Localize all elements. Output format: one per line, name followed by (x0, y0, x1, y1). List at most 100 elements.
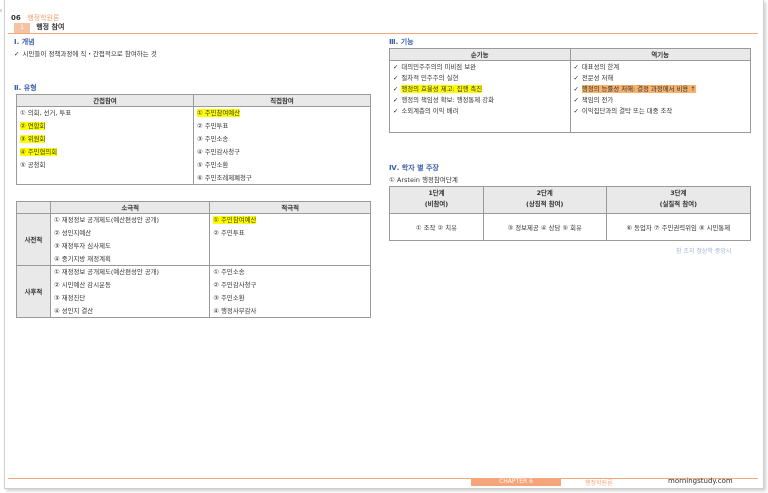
pre-active-item: ② 주민투표 (209, 226, 371, 240)
post-passive-item: ② 시민예산 감시운동 (49, 278, 211, 292)
function-table: 순기능 역기능 ✓ 대의민주주의의 미비점 보완 ✓ 대표성의 한계 ✓ 절차적 민주… (389, 48, 751, 133)
positive-text: 소외계층의 이익 배려 (401, 107, 459, 115)
positive-item (389, 116, 571, 133)
negative-text: 대표성의 한계 (581, 63, 620, 71)
positive-item: ✓ 소외계층의 이익 배려 (389, 105, 571, 116)
indirect-item: ③ 위원회 (16, 132, 194, 146)
pre-active-item: ① 주민참여예산 (209, 213, 371, 227)
check-icon: ✓ (393, 85, 399, 93)
positive-item: ✓ 대의민주주의의 미비점 보완 (389, 60, 571, 72)
direct-item: ④ 주민감사청구 (193, 145, 371, 159)
negative-item: ✓ 행정의 능률성 저해: 결정 과정에서 비용 ↑ (569, 83, 751, 94)
budget-participation-table: 소극적 적극적 사전적 ① 재정정보 공개제도(예산편성안 공개) ① 주민참여… (16, 201, 371, 318)
positive-item: ✓ 행정의 책임성 확보: 행정통제 강화 (389, 94, 571, 105)
pre-passive-item: ③ 재정투자 심사제도 (49, 239, 211, 253)
check-icon: ✓ (393, 107, 399, 115)
chapter-number: 06 (11, 14, 21, 22)
stage-subtitle: (비참여) (424, 200, 449, 208)
heading-functions: Ⅲ. 기능 (389, 38, 414, 46)
indirect-item-highlight: ② 연합회 (20, 121, 46, 130)
section-number: 1 (14, 23, 30, 33)
negative-text: 책임의 전가 (581, 96, 614, 104)
post-active-item: ② 주민감사청구 (209, 278, 371, 292)
participation-type-table: 간접참여 직접참여 ① 의회, 선거, 투표 ① 주민참여예산 ② 연합회 ② … (16, 94, 371, 185)
positive-text: 행정의 책임성 확보: 행정통제 강화 (401, 96, 494, 104)
source-note: 참 조지 정상학 중앙시 (676, 248, 732, 255)
pre-active-highlight: ① 주민참여예산 (213, 216, 257, 224)
col-positive: 순기능 (389, 48, 571, 61)
stage-content: ⑥ 동업자 ⑦ 주민권력위임 ⑧ 시민통제 (605, 213, 752, 241)
check-icon: ✓ (573, 74, 579, 82)
corner-cell (16, 201, 51, 214)
direct-item: ② 주민투표 (193, 119, 371, 133)
direct-item: ③ 주민소송 (193, 132, 371, 146)
post-passive-item: ④ 성인지 결산 (49, 304, 211, 318)
check-icon: ✓ (573, 96, 579, 104)
stage-title: 2단계 (536, 189, 553, 197)
col-indirect: 간접참여 (16, 94, 194, 107)
indirect-item: ② 연합회 (16, 119, 194, 133)
row-pre: 사전적 (16, 213, 51, 266)
stage-subtitle: (실질적 참여) (659, 200, 698, 208)
arstein-ladder-table: 1단계 (비참여) 2단계 (상징적 참여) 3단계 (실질적 참여) ① 조작 ② … (389, 186, 752, 241)
direct-item: ① 주민참여예산 (193, 106, 371, 120)
chapter-category: 행정학원론 (27, 14, 60, 22)
pre-passive-item: ① 재정정보 공개제도(예산편성안 공개) (49, 213, 211, 227)
stage-content: ③ 정보제공 ④ 상담 ⑤ 회유 (482, 213, 607, 241)
check-icon: ✓ (14, 50, 20, 58)
indirect-item-highlight: ③ 위원회 (20, 134, 46, 143)
negative-item: ✓ 책임의 전가 (569, 94, 751, 105)
concept-text: ✓ 시민들이 정책과정에 직・간접적으로 참여하는 것 (14, 48, 157, 58)
heading-concept: Ⅰ. 개념 (14, 38, 35, 46)
section-header: 1 행정 참여 (8, 22, 758, 34)
direct-item: ⑤ 주민소환 (193, 158, 371, 172)
post-active-item: ③ 주민소환 (209, 291, 371, 305)
footer-site: morningstudy.com (668, 477, 733, 485)
stage-header: 2단계 (상징적 참여) (482, 186, 607, 214)
negative-item: ✓ 이익집단과의 결탁 또는 대중 조작 (569, 105, 751, 116)
indirect-item: ④ 주민협의회 (16, 145, 194, 159)
concept-definition: 시민들이 정책과정에 직・간접적으로 참여하는 것 (22, 50, 157, 58)
negative-text: 이익집단과의 결탁 또는 대중 조작 (581, 107, 673, 115)
footer-chapter: CHAPTER 6 (471, 478, 561, 486)
post-passive-item: ① 재정정보 공개제도(예산편성안 공개) (49, 265, 211, 279)
negative-item: ✓ 대표성의 한계 (569, 60, 751, 72)
stage-subtitle: (상징적 참여) (525, 200, 564, 208)
pre-active-item (209, 252, 371, 266)
indirect-item (16, 171, 194, 185)
arstein-subtitle: ① Arstein 행정참여단계 (389, 176, 458, 184)
pre-active-item (209, 239, 371, 253)
positive-item: ✓ 행정의 효율성 제고: 집행 촉진 (389, 83, 571, 94)
check-icon: ✓ (393, 96, 399, 104)
col-negative: 역기능 (569, 48, 751, 61)
post-active-item: ④ 행정사무감사 (209, 304, 371, 318)
col-direct: 직접참여 (193, 94, 371, 107)
check-icon: ✓ (393, 74, 399, 82)
negative-item (569, 116, 751, 133)
negative-text-highlight: 행정의 능률성 저해: 결정 과정에서 비용 ↑ (581, 85, 696, 93)
positive-item: ✓ 절차적 민주주의 실현 (389, 72, 571, 83)
post-passive-item: ③ 재정진단 (49, 291, 211, 305)
col-active: 적극적 (209, 201, 371, 214)
indirect-item: ⑤ 공청회 (16, 158, 194, 172)
stage-title: 3단계 (670, 189, 687, 197)
stage-header: 3단계 (실질적 참여) (605, 186, 752, 214)
direct-item: ⑥ 주민조례제폐청구 (193, 171, 371, 185)
negative-item: ✓ 전문성 저해 (569, 72, 751, 83)
footer-line (8, 478, 758, 485)
indirect-item-highlight: ④ 주민협의회 (20, 147, 58, 156)
positive-text: 대의민주주의의 미비점 보완 (401, 63, 476, 71)
check-icon: ✓ (573, 107, 579, 115)
section-title: 행정 참여 (36, 23, 65, 31)
check-icon: ✓ (573, 63, 579, 71)
positive-text-highlight: 행정의 효율성 제고: 집행 촉진 (401, 85, 483, 93)
check-icon: ✓ (573, 85, 579, 93)
pre-passive-item: ② 성인지예산 (49, 226, 211, 240)
row-post: 사후적 (16, 265, 51, 318)
col-passive: 소극적 (49, 201, 211, 214)
footer-category: 행정학원론 (585, 480, 613, 487)
indirect-item: ① 의회, 선거, 투표 (16, 106, 194, 120)
post-active-item: ① 주민소송 (209, 265, 371, 279)
direct-item-highlight: ① 주민참여예산 (197, 109, 241, 117)
check-icon: ✓ (393, 63, 399, 71)
